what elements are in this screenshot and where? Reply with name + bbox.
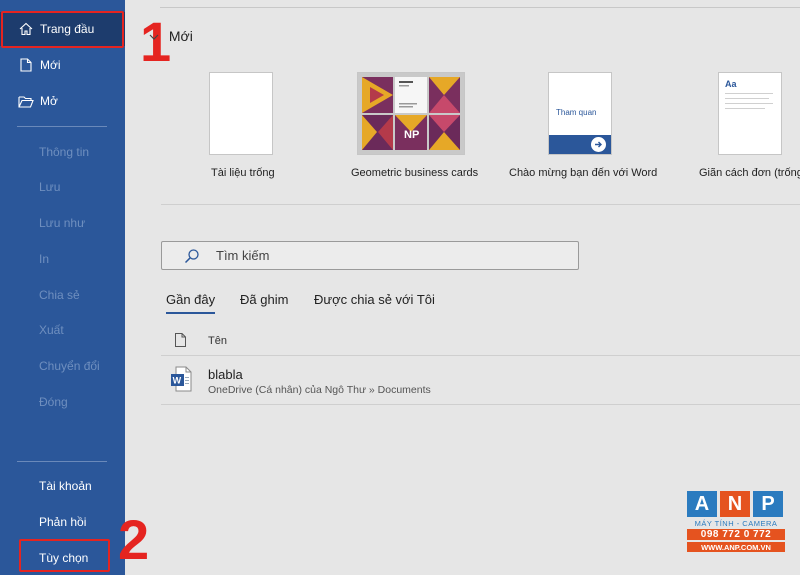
section-title: Mới bbox=[168, 28, 193, 44]
annotation-box-home bbox=[1, 11, 124, 48]
sidebar-item-label: Mở bbox=[40, 94, 58, 108]
tab-shared-with-me[interactable]: Được chia sẻ với Tôi bbox=[314, 292, 435, 307]
new-document-icon bbox=[18, 57, 34, 73]
folder-open-icon bbox=[18, 93, 34, 109]
sidebar-divider bbox=[17, 126, 107, 127]
sidebar-item-share: Chia sẻ bbox=[0, 278, 125, 312]
svg-text:W: W bbox=[173, 376, 182, 386]
sidebar-item-open[interactable]: Mở bbox=[0, 84, 125, 118]
list-divider bbox=[161, 404, 800, 405]
sidebar-item-label: Chuyển đổi bbox=[39, 359, 100, 373]
logo-website: WWW.ANP.COM.VN bbox=[687, 542, 785, 552]
top-divider bbox=[160, 0, 800, 8]
template-label: Giãn cách đơn (trống) bbox=[699, 167, 800, 179]
annotation-box-options bbox=[19, 539, 110, 572]
template-thumbnail: Aa bbox=[718, 72, 782, 155]
template-thumb-text: Tham quan bbox=[556, 108, 597, 117]
sidebar-item-close: Đóng bbox=[0, 385, 125, 419]
template-thumbnail: Tham quan bbox=[548, 72, 612, 155]
sidebar-item-label: Lưu như bbox=[39, 216, 86, 230]
sidebar-item-label: Lưu bbox=[39, 180, 61, 194]
sidebar-item-info: Thông tin bbox=[0, 135, 125, 169]
sidebar-item-save: Lưu bbox=[0, 170, 125, 204]
section-divider bbox=[161, 204, 800, 205]
sidebar-item-transform: Chuyển đổi bbox=[0, 349, 125, 383]
sidebar-divider bbox=[17, 461, 107, 462]
arrow-right-icon bbox=[591, 137, 606, 152]
backstage-main: Mới Tài liệu trống NP Geometric business… bbox=[125, 0, 800, 575]
search-input[interactable]: Tìm kiếm bbox=[161, 241, 579, 270]
file-type-icon bbox=[175, 333, 186, 352]
sidebar-item-label: Tài khoản bbox=[39, 479, 92, 493]
list-divider bbox=[161, 355, 800, 356]
sidebar-item-label: In bbox=[39, 252, 50, 266]
business-cards-preview-icon: NP bbox=[362, 77, 460, 150]
sidebar-item-save-as: Lưu như bbox=[0, 206, 125, 240]
search-icon bbox=[184, 248, 200, 264]
file-row[interactable]: W bbox=[161, 357, 800, 403]
tab-recent[interactable]: Gần đây bbox=[166, 292, 216, 314]
template-thumb-text: Aa bbox=[725, 79, 737, 89]
sidebar-item-label: Mới bbox=[40, 58, 61, 72]
sidebar-item-export: Xuất bbox=[0, 313, 125, 347]
file-name: blabla bbox=[208, 367, 243, 382]
sidebar-item-print: In bbox=[0, 242, 125, 276]
sidebar-item-label: Chia sẻ bbox=[39, 288, 80, 302]
sidebar-item-account[interactable]: Tài khoản bbox=[0, 469, 125, 503]
column-header-name[interactable]: Tên bbox=[208, 335, 227, 347]
new-section-header[interactable]: Mới bbox=[149, 28, 193, 44]
logo-letter: P bbox=[753, 491, 783, 517]
logo-letter: N bbox=[720, 491, 750, 517]
template-thumbnail: NP bbox=[357, 72, 465, 155]
sidebar-item-new[interactable]: Mới bbox=[0, 48, 125, 82]
template-thumbnail bbox=[209, 72, 273, 155]
backstage-sidebar: Trang đầu Mới Mở Thông tin Lưu Lưu như I… bbox=[0, 0, 125, 575]
chevron-down-icon bbox=[149, 28, 159, 44]
search-placeholder: Tìm kiếm bbox=[216, 248, 270, 263]
file-location: OneDrive (Cá nhân) của Ngô Thư » Documen… bbox=[208, 384, 431, 396]
svg-text:NP: NP bbox=[404, 129, 419, 141]
sidebar-item-feedback[interactable]: Phản hồi bbox=[0, 505, 125, 539]
logo-letter: A bbox=[687, 491, 717, 517]
sidebar-item-label: Phản hồi bbox=[39, 515, 87, 529]
template-label: Chào mừng bạn đến với Word bbox=[509, 167, 658, 179]
word-document-icon: W bbox=[170, 366, 192, 397]
logo-phone: 098 772 0 772 bbox=[687, 529, 785, 540]
sidebar-item-label: Thông tin bbox=[39, 145, 90, 159]
logo-tagline: MÁY TÍNH - CAMERA bbox=[694, 519, 778, 528]
anp-logo: A N P MÁY TÍNH - CAMERA 098 772 0 772 WW… bbox=[687, 491, 785, 552]
sidebar-item-label: Đóng bbox=[39, 395, 68, 409]
template-label: Geometric business cards bbox=[351, 167, 479, 179]
tab-pinned[interactable]: Đã ghim bbox=[240, 292, 288, 307]
template-label: Tài liệu trống bbox=[211, 167, 275, 179]
sidebar-item-label: Xuất bbox=[39, 323, 64, 337]
